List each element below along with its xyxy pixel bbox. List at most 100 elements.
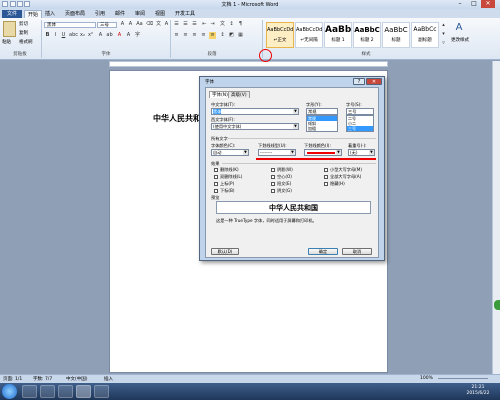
taskbar-media-icon[interactable]	[58, 385, 73, 398]
engrave-checkbox[interactable]	[271, 189, 275, 193]
vertical-scrollbar[interactable]	[492, 61, 500, 374]
change-styles-button[interactable]: 更改样式	[449, 37, 471, 43]
cut-button[interactable]: 剪切	[19, 21, 28, 27]
strikethrough-icon[interactable]: abc	[69, 32, 78, 39]
style-normal[interactable]: AaBbCcDd ↵正文	[266, 22, 294, 48]
phonetic-icon[interactable]: 文	[155, 21, 162, 28]
bold-icon[interactable]: B	[44, 32, 51, 39]
zoom-slider[interactable]	[438, 378, 488, 379]
page-count[interactable]: 页面: 1/1	[3, 376, 22, 382]
tab-view[interactable]: 视图	[152, 10, 168, 18]
multilevel-list-icon[interactable]: ☰	[191, 21, 198, 28]
tab-page-layout[interactable]: 页面布局	[62, 10, 88, 18]
subscript-checkbox[interactable]	[214, 189, 218, 193]
hidden-checkbox[interactable]	[324, 182, 328, 186]
style-heading-2[interactable]: AaBbC 标题 2	[353, 22, 381, 48]
tab-insert[interactable]: 插入	[42, 10, 58, 18]
chevron-down-icon[interactable]: ▼	[369, 150, 374, 155]
change-case-icon[interactable]: Aa	[136, 21, 143, 28]
bullets-icon[interactable]: ☰	[173, 21, 180, 28]
emphasis-select[interactable]: (无) ▼	[348, 149, 375, 156]
paste-label[interactable]: 粘贴	[2, 39, 11, 45]
char-shading-icon[interactable]: A	[125, 32, 132, 39]
taskbar-folder-icon[interactable]	[40, 385, 55, 398]
styles-scroll-up-icon[interactable]: ▴	[440, 22, 447, 29]
style-heading-1[interactable]: AaBb 标题 1	[324, 22, 352, 48]
paste-icon[interactable]	[3, 21, 16, 37]
font-color-select[interactable]: 自动 ▼	[211, 149, 249, 156]
taskbar-app-icon[interactable]	[94, 385, 109, 398]
line-spacing-icon[interactable]: ↕	[219, 32, 226, 39]
distribute-icon[interactable]: ≡	[209, 32, 216, 39]
superscript-icon[interactable]: x²	[87, 32, 94, 39]
clock[interactable]: 21:21 2015/6/22	[458, 385, 498, 397]
cn-font-select[interactable]: 黑体 ▼	[211, 108, 299, 115]
font-name-select[interactable]: 黑体	[44, 22, 96, 28]
shrink-font-icon[interactable]: A	[127, 21, 134, 28]
style-listbox[interactable]: 常规 倾斜 加粗	[306, 115, 338, 132]
subscript-icon[interactable]: x₂	[79, 32, 86, 39]
cancel-button[interactable]: 取消	[342, 248, 372, 255]
font-size-select[interactable]: 三号	[97, 22, 117, 28]
insert-mode[interactable]: 插入	[104, 376, 113, 382]
taskbar-ie-icon[interactable]	[22, 385, 37, 398]
chevron-down-icon[interactable]: ▼	[336, 150, 341, 155]
superscript-checkbox[interactable]	[214, 182, 218, 186]
horizontal-ruler[interactable]	[109, 61, 388, 67]
style-title[interactable]: AaBbC 标题	[382, 22, 410, 48]
clear-format-icon[interactable]: ⌫	[146, 21, 153, 28]
minimize-button[interactable]: –	[453, 0, 467, 8]
shadow-checkbox[interactable]	[271, 168, 275, 172]
list-item[interactable]: 三号	[347, 126, 373, 131]
align-center-icon[interactable]: ≡	[182, 32, 189, 39]
chinese-layout-icon[interactable]: 文	[219, 21, 226, 28]
chevron-down-icon[interactable]: ▼	[290, 150, 295, 155]
emboss-checkbox[interactable]	[271, 182, 275, 186]
enclose-char-icon[interactable]: 字	[134, 32, 141, 39]
list-item[interactable]: 加粗	[307, 126, 337, 131]
numbering-icon[interactable]: ☰	[182, 21, 189, 28]
all-caps-checkbox[interactable]	[324, 175, 328, 179]
small-caps-checkbox[interactable]	[324, 168, 328, 172]
set-default-button[interactable]: 默认(D)	[211, 248, 239, 255]
tab-developer[interactable]: 开发工具	[172, 10, 198, 18]
taskbar-word-icon[interactable]	[76, 385, 91, 398]
shading-icon[interactable]: ◩	[228, 32, 235, 39]
styles-more-icon[interactable]: ▿	[440, 40, 447, 47]
dialog-close-button[interactable]: ✕	[366, 78, 382, 85]
text-effects-icon[interactable]: A	[97, 32, 104, 39]
outline-checkbox[interactable]	[271, 175, 275, 179]
styles-scroll-down-icon[interactable]: ▾	[440, 31, 447, 38]
decrease-indent-icon[interactable]: ⇤	[201, 21, 208, 28]
style-no-spacing[interactable]: AaBbCcDd ↵无间隔	[295, 22, 323, 48]
side-widget-icon[interactable]	[494, 300, 500, 310]
font-color-icon[interactable]: A	[116, 32, 123, 39]
tab-review[interactable]: 审阅	[132, 10, 148, 18]
copy-button[interactable]: 复制	[19, 30, 28, 36]
increase-indent-icon[interactable]: ⇥	[209, 21, 216, 28]
zoom-level[interactable]: 100%	[420, 376, 433, 381]
tab-advanced[interactable]: 高级(V)	[228, 91, 250, 98]
align-right-icon[interactable]: ≡	[191, 32, 198, 39]
underline-icon[interactable]: U	[60, 32, 67, 39]
tab-mailings[interactable]: 邮件	[112, 10, 128, 18]
size-listbox[interactable]: 二号 小二 三号	[346, 115, 374, 132]
style-subtitle[interactable]: AaBbCc 副标题	[411, 22, 439, 48]
west-font-select[interactable]: (使用中文字体) ▼	[211, 123, 299, 130]
grow-font-icon[interactable]: A	[119, 21, 126, 28]
chevron-down-icon[interactable]: ▼	[293, 109, 298, 114]
tab-references[interactable]: 引用	[92, 10, 108, 18]
sort-icon[interactable]: ↕	[228, 21, 235, 28]
word-count[interactable]: 字数: 7/7	[33, 376, 52, 382]
chevron-down-icon[interactable]: ▼	[243, 150, 248, 155]
maximize-button[interactable]: □	[467, 0, 481, 8]
strikethrough-checkbox[interactable]	[214, 168, 218, 172]
style-input[interactable]: 常规	[306, 108, 338, 115]
italic-icon[interactable]: I	[52, 32, 59, 39]
size-input[interactable]: 三号	[346, 108, 374, 115]
language[interactable]: 中文(中国)	[66, 376, 88, 382]
underline-type-select[interactable]: -------- ▼	[258, 149, 296, 156]
char-border-icon[interactable]: A	[163, 21, 170, 28]
justify-icon[interactable]: ≡	[200, 32, 207, 39]
close-button[interactable]: ✕	[481, 0, 495, 8]
